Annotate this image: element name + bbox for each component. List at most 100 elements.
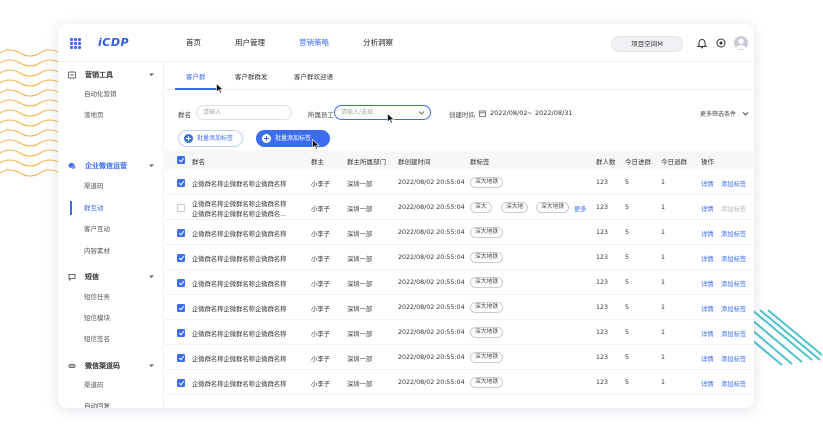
- group-tag: 深大: [470, 202, 492, 213]
- left-today: 1: [661, 279, 666, 286]
- sidebar-item-group-interaction[interactable]: 群互动: [84, 201, 104, 215]
- select-all-checkbox[interactable]: [177, 156, 185, 164]
- tab-group-welcome[interactable]: 客户群欢迎语: [294, 71, 333, 81]
- add-tag-link[interactable]: 添加标签: [721, 379, 746, 388]
- detail-link[interactable]: 详情: [701, 354, 714, 363]
- sidebar-item-channel-code[interactable]: 渠道码: [84, 179, 104, 193]
- mouse-cursor-icon: [387, 113, 395, 124]
- staff-select[interactable]: 请输入/选择: [334, 105, 431, 120]
- created-time: 2022/08/02 20:55:04: [398, 379, 465, 386]
- more-tags-link[interactable]: 更多: [574, 204, 587, 213]
- workspace-selector[interactable]: 项目空间M: [611, 36, 683, 52]
- add-tag-link[interactable]: 添加标签: [721, 229, 746, 238]
- sidebar-group-label: 短信: [85, 273, 99, 281]
- group-tag: 深大地铁: [470, 227, 504, 238]
- row-checkbox[interactable]: [177, 329, 185, 337]
- group-owner: 小李子: [311, 331, 330, 338]
- target-icon[interactable]: [715, 37, 727, 49]
- bell-icon[interactable]: [696, 37, 708, 49]
- tab-group-broadcast[interactable]: 客户群群发: [235, 71, 268, 81]
- member-count: 123: [596, 254, 609, 261]
- member-count: 123: [596, 354, 609, 361]
- row-checkbox[interactable]: [177, 379, 185, 387]
- joined-today: 5: [625, 379, 630, 386]
- row-checkbox[interactable]: [177, 204, 185, 212]
- add-tag-link[interactable]: 添加标签: [721, 304, 746, 313]
- add-tag-link[interactable]: 添加标签: [721, 279, 746, 288]
- add-tag-button[interactable]: 批量添加标签: [178, 130, 243, 147]
- left-today: 1: [661, 254, 666, 261]
- row-checkbox[interactable]: [177, 229, 185, 237]
- sidebar-item-sms-module[interactable]: 短信模块: [84, 311, 110, 325]
- detail-link[interactable]: 详情: [701, 304, 714, 313]
- sidebar-item-customer-interaction[interactable]: 客户互动: [84, 222, 110, 236]
- group-tag: 深大地铁: [470, 302, 504, 313]
- sidebar-item-sms-signature[interactable]: 短信签名: [84, 332, 110, 346]
- sidebar-item-wechat-channel-code[interactable]: 渠道码: [84, 378, 104, 392]
- add-tag-link[interactable]: 添加标签: [721, 354, 746, 363]
- joined-today: 5: [625, 179, 630, 186]
- plus-icon: [262, 134, 271, 143]
- tab-customer-group[interactable]: 客户群: [186, 71, 206, 81]
- sidebar-group-sms[interactable]: 短信: [58, 267, 164, 287]
- add-tag-link[interactable]: 添加标签: [721, 329, 746, 338]
- group-name-input[interactable]: 请输入: [196, 105, 292, 120]
- group-owner: 小李子: [311, 281, 330, 288]
- chevron-down-icon[interactable]: [742, 110, 749, 117]
- add-tag-link[interactable]: 添加标签: [721, 179, 746, 188]
- left-today: 1: [661, 204, 666, 211]
- row-checkbox[interactable]: [177, 354, 185, 362]
- row-checkbox[interactable]: [177, 279, 185, 287]
- filter-bar: 群名 请输入 所属员工 请输入/选择 创建时间 2022/08/02 ~ 202…: [165, 100, 754, 126]
- joined-today: 5: [625, 329, 630, 336]
- sidebar-item-content[interactable]: 内容素材: [84, 244, 110, 258]
- group-owner: 小李子: [311, 206, 330, 213]
- sidebar-group-marketing-tools[interactable]: 营销工具: [58, 65, 164, 85]
- sidebar-group-wecom[interactable]: 企业微信运营: [58, 156, 164, 176]
- add-tag-link[interactable]: 添加标签: [721, 254, 746, 263]
- row-checkbox[interactable]: [177, 304, 185, 312]
- created-time: 2022/08/02 20:55:04: [398, 304, 465, 311]
- grid-menu-icon[interactable]: [70, 38, 81, 49]
- add-tag-button-label: 批量添加标签: [197, 135, 234, 142]
- group-owner: 小李子: [311, 356, 330, 363]
- nav-user-management[interactable]: 用户管理: [235, 24, 265, 62]
- owner-department: 深圳一部: [347, 256, 373, 263]
- sidebar-item-sms-task[interactable]: 短信任务: [84, 290, 110, 304]
- sidebar-item-auto-reply[interactable]: 自动回复: [84, 399, 110, 408]
- link-icon: [68, 363, 76, 369]
- avatar[interactable]: [734, 36, 748, 50]
- detail-link[interactable]: 详情: [701, 254, 714, 263]
- nav-analytics[interactable]: 分析洞察: [363, 24, 393, 62]
- detail-link[interactable]: 详情: [701, 229, 714, 238]
- sidebar-item-automation[interactable]: 自动化营销: [84, 87, 117, 101]
- group-owner: 小李子: [311, 381, 330, 388]
- group-tag: 深大地铁: [470, 352, 504, 363]
- date-start[interactable]: 2022/08/02: [490, 109, 527, 117]
- detail-link[interactable]: 详情: [701, 329, 714, 338]
- staff-select-placeholder: 请输入/选择: [341, 109, 374, 116]
- detail-link[interactable]: 详情: [701, 204, 714, 213]
- owner-department: 深圳一部: [347, 306, 373, 313]
- created-time: 2022/08/02 20:55:04: [398, 254, 465, 261]
- sidebar-item-landing-page[interactable]: 落地页: [84, 108, 104, 122]
- detail-link[interactable]: 详情: [701, 179, 714, 188]
- member-count: 123: [596, 229, 609, 236]
- sidebar-active-indicator: [70, 201, 72, 215]
- row-checkbox[interactable]: [177, 254, 185, 262]
- more-filters-toggle[interactable]: 更多筛选条件: [700, 109, 736, 118]
- owner-department: 深圳一部: [347, 356, 373, 363]
- nav-marketing-strategy[interactable]: 营销策略: [299, 24, 329, 62]
- sidebar-group-wechat-channel[interactable]: 微信渠道码: [58, 356, 164, 376]
- chevron-down-icon: [149, 275, 154, 278]
- nav-home[interactable]: 首页: [186, 24, 201, 62]
- table-row: 企微群名称企微群名称企微群名称 小李子 深圳一部 2022/08/02 20:55:0…: [165, 245, 754, 270]
- date-end[interactable]: 2022/08/31: [535, 109, 572, 117]
- joined-today: 5: [625, 254, 630, 261]
- row-checkbox[interactable]: [177, 179, 185, 187]
- detail-link[interactable]: 详情: [701, 279, 714, 288]
- sms-icon: [68, 274, 76, 281]
- table-row: 企微群名称企微群名称企微群名称 企微群名称企微群名称企微群名... 小李子 深圳一部 2…: [165, 195, 754, 220]
- top-navigation-bar: iCDP 首页 用户管理 营销策略 分析洞察 项目空间M: [58, 24, 754, 62]
- detail-link[interactable]: 详情: [701, 379, 714, 388]
